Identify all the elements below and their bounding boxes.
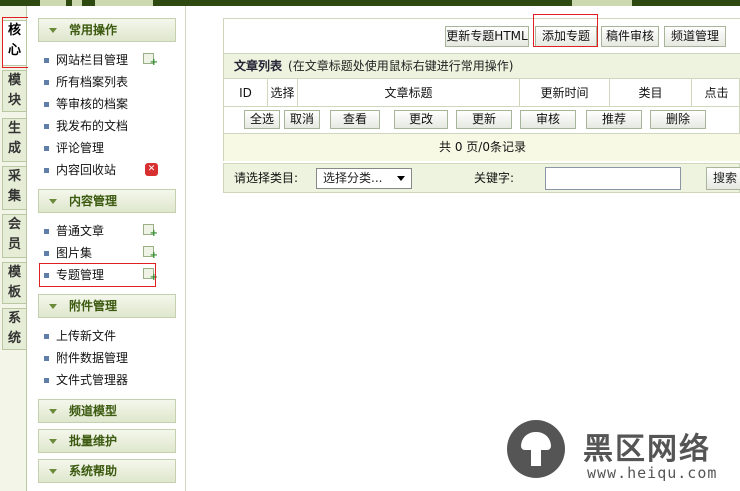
bullet-icon bbox=[44, 58, 49, 63]
bullet-icon bbox=[44, 251, 49, 256]
bullet-icon bbox=[44, 102, 49, 107]
edit-button[interactable]: 更改 bbox=[394, 110, 448, 129]
update-topic-html-button[interactable]: 更新专题HTML bbox=[445, 26, 529, 47]
caret-down-icon bbox=[397, 176, 405, 181]
bullet-icon bbox=[44, 146, 49, 151]
vtab-system[interactable]: 系统 bbox=[2, 308, 26, 350]
menu-item-pending-archives[interactable]: 等审核的档案 bbox=[44, 94, 176, 114]
section-system-help[interactable]: 系统帮助 bbox=[38, 459, 176, 483]
chevron-down-icon bbox=[49, 469, 57, 474]
vtab-template[interactable]: 模板 bbox=[2, 262, 26, 304]
keyword-input[interactable] bbox=[545, 167, 681, 190]
watermark-url: www.heiqu.com bbox=[587, 464, 718, 482]
filter-bar: 请选择类目: 选择分类... 关键字: 搜索 bbox=[223, 163, 740, 193]
table-header: ID 选择 文章标题 更新时间 类目 点击 bbox=[224, 79, 740, 107]
pagination-info: 共 0 页/0条记录 bbox=[224, 133, 740, 161]
recommend-button[interactable]: 推荐 bbox=[586, 110, 642, 129]
bullet-icon bbox=[44, 356, 49, 361]
toolbar: 更新专题HTML 添加专题 稿件审核 频道管理 bbox=[224, 19, 740, 53]
chevron-down-icon bbox=[49, 409, 57, 414]
review-button[interactable]: 审核 bbox=[520, 110, 576, 129]
bullet-icon bbox=[44, 124, 49, 129]
category-label: 请选择类目: bbox=[234, 171, 299, 185]
menu-item-comments[interactable]: 评论管理 bbox=[44, 138, 176, 158]
section-batch-maintenance[interactable]: 批量维护 bbox=[38, 429, 176, 453]
watermark-name: 黑区网络 bbox=[583, 432, 711, 467]
menu-item-all-archives[interactable]: 所有档案列表 bbox=[44, 72, 176, 92]
menu-item-articles[interactable]: 普通文章 bbox=[44, 221, 176, 241]
col-select[interactable]: 选择 bbox=[268, 79, 298, 107]
col-update-time[interactable]: 更新时间 bbox=[520, 79, 610, 107]
list-hint: (在文章标题处使用鼠标右键进行常用操作) bbox=[288, 59, 514, 73]
bullet-icon bbox=[44, 334, 49, 339]
add-icon[interactable] bbox=[143, 268, 158, 283]
chevron-down-icon bbox=[49, 439, 57, 444]
bullet-icon bbox=[44, 80, 49, 85]
main-content: 更新专题HTML 添加专题 稿件审核 频道管理 文章列表 (在文章标题处使用鼠标右… bbox=[187, 6, 740, 491]
select-all-button[interactable]: 全选 bbox=[244, 110, 280, 129]
chevron-down-icon bbox=[49, 304, 57, 309]
section-common-ops[interactable]: 常用操作 bbox=[38, 18, 176, 42]
menu-item-topic-mgmt[interactable]: 专题管理 bbox=[44, 265, 176, 285]
menu-item-image-sets[interactable]: 图片集 bbox=[44, 243, 176, 263]
menu-item-attachment-data[interactable]: 附件数据管理 bbox=[44, 348, 176, 368]
manuscript-review-button[interactable]: 稿件审核 bbox=[601, 26, 659, 47]
watermark-logo-icon bbox=[507, 420, 565, 478]
delete-button[interactable]: 删除 bbox=[650, 110, 706, 129]
list-title-row: 文章列表 (在文章标题处使用鼠标右键进行常用操作) bbox=[224, 53, 740, 79]
vtab-core[interactable]: 核心 bbox=[2, 20, 26, 66]
update-button[interactable]: 更新 bbox=[456, 110, 512, 129]
col-category[interactable]: 类目 bbox=[610, 79, 692, 107]
bullet-icon bbox=[44, 229, 49, 234]
keyword-label: 关键字: bbox=[474, 171, 515, 185]
chevron-down-icon bbox=[49, 199, 57, 204]
channel-mgmt-button[interactable]: 频道管理 bbox=[664, 26, 726, 47]
vtab-collect[interactable]: 采集 bbox=[2, 166, 26, 210]
view-button[interactable]: 查看 bbox=[330, 110, 380, 129]
menu-item-recycle-bin[interactable]: 内容回收站 ✕ bbox=[44, 160, 176, 180]
section-attachments[interactable]: 附件管理 bbox=[38, 294, 176, 318]
vertical-tab-bar: 核心 模块 生成 采集 会员 模板 系统 bbox=[0, 6, 27, 491]
vtab-module[interactable]: 模块 bbox=[2, 70, 26, 112]
cancel-button[interactable]: 取消 bbox=[284, 110, 320, 129]
col-id[interactable]: ID bbox=[224, 79, 268, 107]
col-clicks[interactable]: 点击 bbox=[692, 79, 740, 107]
search-button[interactable]: 搜索 bbox=[706, 167, 740, 190]
section-channel-models[interactable]: 频道模型 bbox=[38, 399, 176, 423]
chevron-down-icon bbox=[49, 28, 57, 33]
add-icon[interactable] bbox=[143, 246, 158, 261]
menu-item-my-documents[interactable]: 我发布的文档 bbox=[44, 116, 176, 136]
sidebar-menu: 常用操作 网站栏目管理 所有档案列表 等审核的档案 我发布的文档 评论管理 内容… bbox=[28, 6, 186, 491]
menu-item-site-columns[interactable]: 网站栏目管理 bbox=[44, 50, 176, 70]
vtab-generate[interactable]: 生成 bbox=[2, 118, 26, 162]
add-icon[interactable] bbox=[143, 53, 158, 68]
menu-item-upload-file[interactable]: 上传新文件 bbox=[44, 326, 176, 346]
add-icon[interactable] bbox=[143, 224, 158, 239]
menu-item-file-manager[interactable]: 文件式管理器 bbox=[44, 370, 176, 390]
article-list-panel: 更新专题HTML 添加专题 稿件审核 频道管理 文章列表 (在文章标题处使用鼠标右… bbox=[223, 18, 740, 161]
action-row: 全选 取消 查看 更改 更新 审核 推荐 删除 bbox=[224, 107, 740, 133]
category-select[interactable]: 选择分类... bbox=[316, 168, 412, 189]
section-content-mgmt[interactable]: 内容管理 bbox=[38, 189, 176, 213]
col-title[interactable]: 文章标题 bbox=[298, 79, 520, 107]
watermark: 黑区网络 www.heiqu.com bbox=[507, 420, 737, 490]
bullet-icon bbox=[44, 168, 49, 173]
vtab-member[interactable]: 会员 bbox=[2, 214, 26, 258]
delete-icon[interactable]: ✕ bbox=[145, 163, 158, 176]
list-title: 文章列表 bbox=[234, 59, 283, 73]
bullet-icon bbox=[44, 378, 49, 383]
add-topic-button[interactable]: 添加专题 bbox=[535, 26, 597, 47]
bullet-icon bbox=[44, 273, 49, 278]
